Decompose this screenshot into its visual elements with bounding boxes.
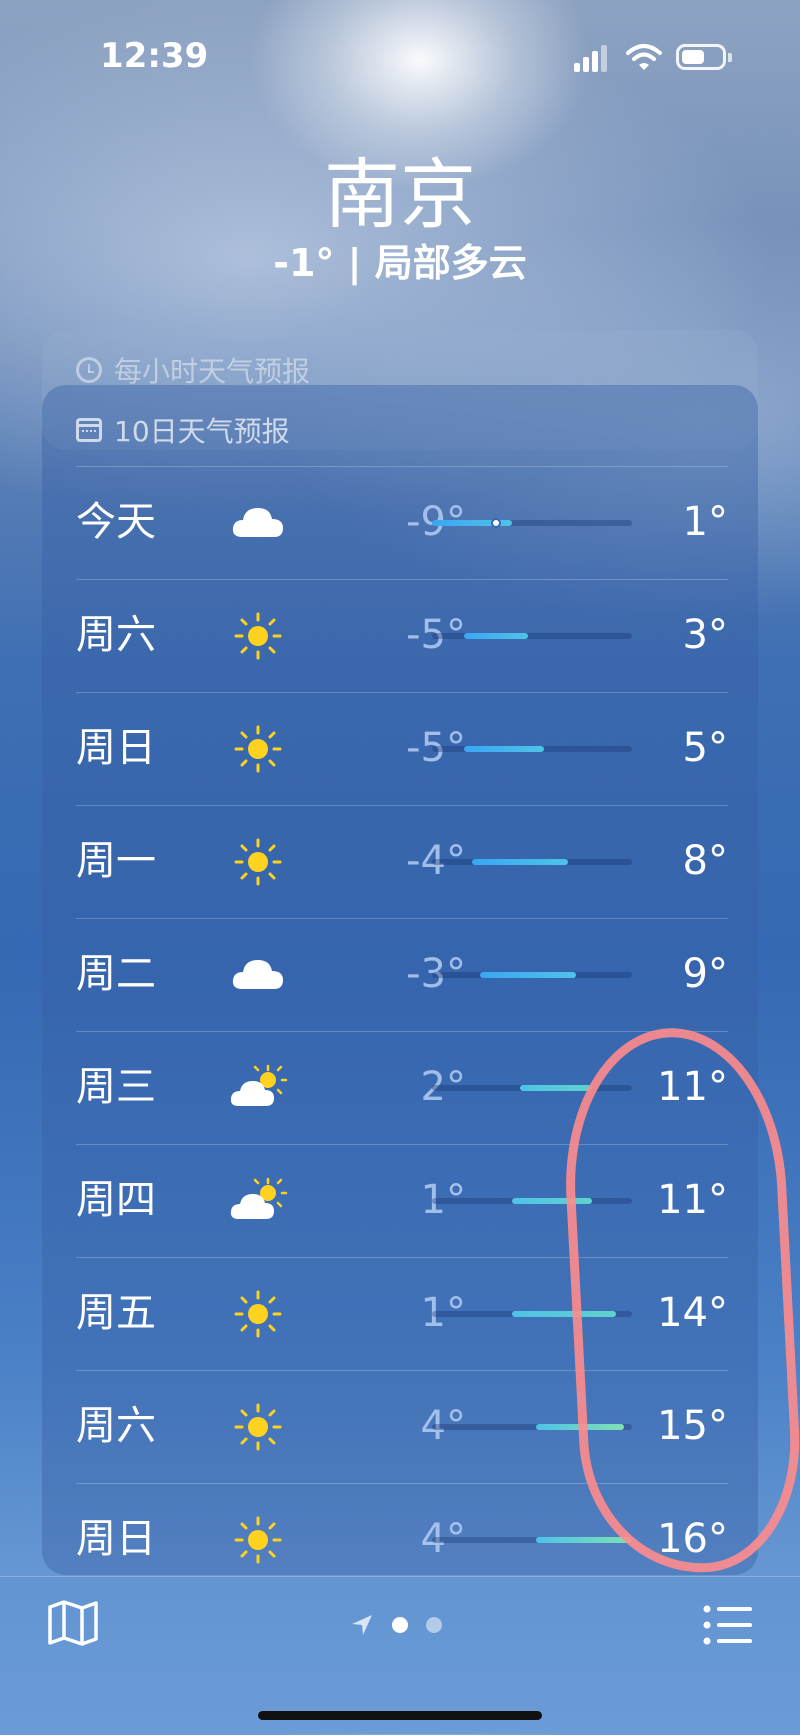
temperature-range-bar bbox=[464, 746, 544, 752]
cellular-signal-icon bbox=[574, 44, 608, 72]
forecast-day: 周三 bbox=[76, 1064, 156, 1110]
temperature-range-bar bbox=[520, 1085, 592, 1091]
cloud-icon bbox=[228, 495, 288, 551]
temperature-range-track bbox=[432, 859, 632, 865]
page-dot[interactable] bbox=[426, 1617, 442, 1633]
forecast-day: 周四 bbox=[76, 1177, 156, 1223]
forecast-row[interactable]: 周一 -4° 8° bbox=[76, 805, 728, 918]
forecast-day: 周日 bbox=[76, 1516, 156, 1562]
hourly-forecast-title: 每小时天气预报 bbox=[114, 355, 311, 388]
calendar-icon bbox=[76, 418, 102, 442]
home-indicator bbox=[258, 1711, 542, 1720]
temperature-range-track bbox=[432, 518, 632, 528]
wifi-icon bbox=[626, 44, 662, 70]
temperature-range-track bbox=[432, 972, 632, 978]
page-dot-active[interactable] bbox=[392, 1617, 408, 1633]
forecast-high: 1° bbox=[682, 499, 728, 545]
forecast-day: 周一 bbox=[76, 838, 156, 884]
forecast-row[interactable]: 周二 -3° 9° bbox=[76, 918, 728, 1031]
sun-icon bbox=[228, 608, 288, 664]
temperature-range-bar bbox=[464, 633, 528, 639]
temperature-range-track bbox=[432, 633, 632, 639]
current-temperature-marker bbox=[491, 518, 501, 528]
cloud-icon bbox=[228, 947, 288, 1003]
forecast-high: 5° bbox=[682, 725, 728, 771]
forecast-row[interactable]: 周六 -5° 3° bbox=[76, 579, 728, 692]
hourly-forecast-header: 每小时天气预报 bbox=[76, 350, 310, 390]
partly-cloudy-icon bbox=[228, 1173, 288, 1229]
temperature-range-bar bbox=[480, 972, 576, 978]
battery-icon bbox=[676, 44, 732, 70]
ten-day-forecast-header: 10日天气预报 bbox=[76, 410, 290, 450]
location-arrow-icon bbox=[352, 1615, 372, 1635]
sun-icon bbox=[228, 1399, 288, 1455]
forecast-day: 周六 bbox=[76, 612, 156, 658]
sun-icon bbox=[228, 721, 288, 777]
forecast-high: 3° bbox=[682, 612, 728, 658]
sun-icon bbox=[228, 1512, 288, 1568]
forecast-row[interactable]: 今天 -9° 1° bbox=[76, 466, 728, 579]
forecast-day: 今天 bbox=[76, 499, 156, 545]
forecast-high: 9° bbox=[682, 951, 728, 997]
map-icon[interactable] bbox=[46, 1599, 100, 1647]
current-summary: -1° | 局部多云 bbox=[273, 241, 527, 285]
temperature-range-track bbox=[432, 1537, 632, 1543]
forecast-high: 8° bbox=[682, 838, 728, 884]
forecast-day: 周日 bbox=[76, 725, 156, 771]
status-bar: 12:39 bbox=[0, 0, 800, 120]
status-time: 12:39 bbox=[100, 36, 209, 76]
forecast-day: 周五 bbox=[76, 1290, 156, 1336]
hand-drawn-circle-annotation bbox=[557, 1022, 800, 1579]
clock-icon bbox=[76, 357, 102, 383]
bottom-toolbar bbox=[0, 1576, 800, 1735]
city-name: 南京 bbox=[324, 150, 476, 239]
page-indicator[interactable] bbox=[350, 1613, 442, 1637]
list-icon[interactable] bbox=[702, 1603, 754, 1647]
ten-day-forecast-title: 10日天气预报 bbox=[114, 415, 290, 448]
temperature-range-bar bbox=[472, 859, 568, 865]
partly-cloudy-icon bbox=[228, 1060, 288, 1116]
forecast-day: 周六 bbox=[76, 1403, 156, 1449]
sun-icon bbox=[228, 1286, 288, 1342]
forecast-day: 周二 bbox=[76, 951, 156, 997]
temperature-range-track bbox=[432, 746, 632, 752]
sun-icon bbox=[228, 834, 288, 890]
forecast-row[interactable]: 周日 -5° 5° bbox=[76, 692, 728, 805]
